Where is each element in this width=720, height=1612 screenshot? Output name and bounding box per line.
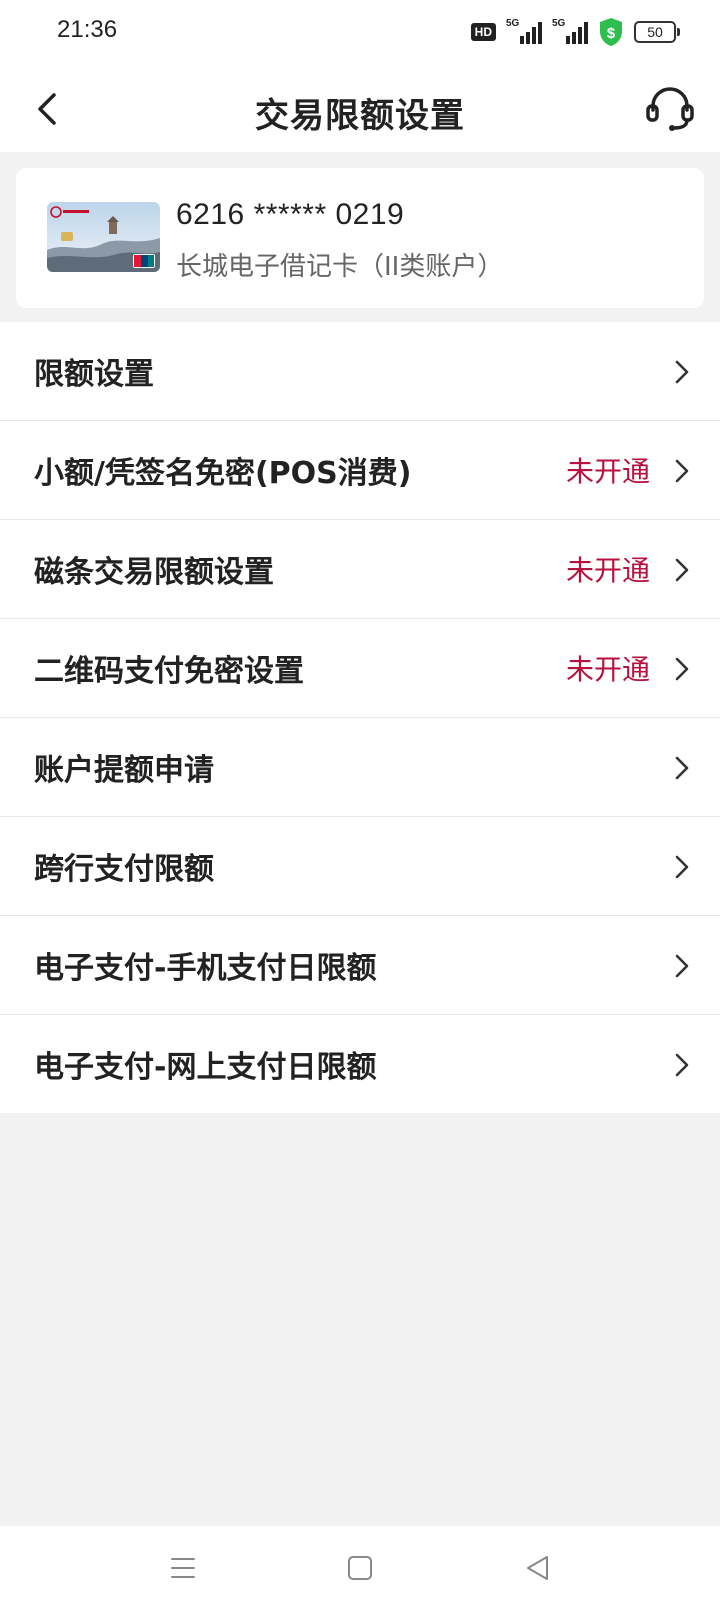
chevron-right-icon — [675, 558, 689, 582]
header: 交易限额设置 — [0, 66, 720, 152]
menu-item-label: 磁条交易限额设置 — [34, 555, 274, 590]
menu-item-magstripe-limit[interactable]: 磁条交易限额设置 未开通 — [0, 520, 720, 619]
menu-item-label: 限额设置 — [34, 357, 154, 392]
debit-card-image — [47, 202, 160, 272]
menu-item-small-amount-pos[interactable]: 小额/凭签名免密(POS消费) 未开通 — [0, 421, 720, 520]
card-number: 6216 ****** 0219 — [176, 198, 405, 231]
menu-item-limit-increase[interactable]: 账户提额申请 — [0, 718, 720, 817]
chevron-right-icon — [675, 756, 689, 780]
status-icons: HD 5G 5G $ 50 — [470, 16, 680, 48]
chevron-right-icon — [675, 360, 689, 384]
chevron-right-icon — [675, 1053, 689, 1077]
page-title: 交易限额设置 — [255, 96, 465, 136]
menu-item-label: 电子支付-网上支付日限额 — [34, 1050, 377, 1085]
menu-item-label: 跨行支付限额 — [34, 852, 214, 887]
card-type-name: 长城电子借记卡（II类账户） — [176, 252, 504, 282]
card-panel[interactable]: 6216 ****** 0219 长城电子借记卡（II类账户） — [16, 168, 704, 308]
chevron-right-icon — [675, 657, 689, 681]
chevron-right-icon — [675, 459, 689, 483]
menu-item-interbank-limit[interactable]: 跨行支付限额 — [0, 817, 720, 916]
menu-item-status: 未开通 — [565, 554, 650, 587]
chevron-right-icon — [675, 855, 689, 879]
svg-text:$: $ — [607, 25, 616, 42]
square-home-icon[interactable] — [344, 1552, 376, 1584]
menu-item-label: 二维码支付免密设置 — [34, 654, 304, 689]
menu-item-mobile-daily-limit[interactable]: 电子支付-手机支付日限额 — [0, 916, 720, 1015]
menu-item-limit-settings[interactable]: 限额设置 — [0, 322, 720, 421]
status-time: 21:36 — [57, 16, 118, 43]
system-nav-bar — [0, 1526, 720, 1612]
limit-menu-list: 限额设置 小额/凭签名免密(POS消费) 未开通 磁条交易限额设置 未开通 二维… — [0, 322, 720, 1113]
signal-5g-icon-2: 5G — [552, 18, 588, 44]
signal-5g-icon-1: 5G — [506, 18, 542, 44]
menu-item-label: 电子支付-手机支付日限额 — [34, 951, 377, 986]
headset-icon — [646, 87, 694, 131]
menu-item-status: 未开通 — [565, 455, 650, 488]
status-bar: 21:36 HD 5G 5G $ 50 — [0, 0, 720, 66]
triangle-back-icon[interactable] — [522, 1552, 554, 1584]
menu-icon[interactable] — [167, 1552, 199, 1584]
battery-icon: 50 — [634, 21, 680, 43]
hd-voice-icon: HD — [470, 23, 496, 41]
menu-item-online-daily-limit[interactable]: 电子支付-网上支付日限额 — [0, 1015, 720, 1113]
menu-item-label: 小额/凭签名免密(POS消费) — [34, 456, 412, 491]
chevron-right-icon — [675, 954, 689, 978]
security-shield-icon: $ — [600, 18, 622, 46]
menu-item-status: 未开通 — [565, 653, 650, 686]
menu-item-qr-payment[interactable]: 二维码支付免密设置 未开通 — [0, 619, 720, 718]
menu-item-label: 账户提额申请 — [34, 753, 214, 788]
customer-service-button[interactable] — [642, 80, 698, 136]
